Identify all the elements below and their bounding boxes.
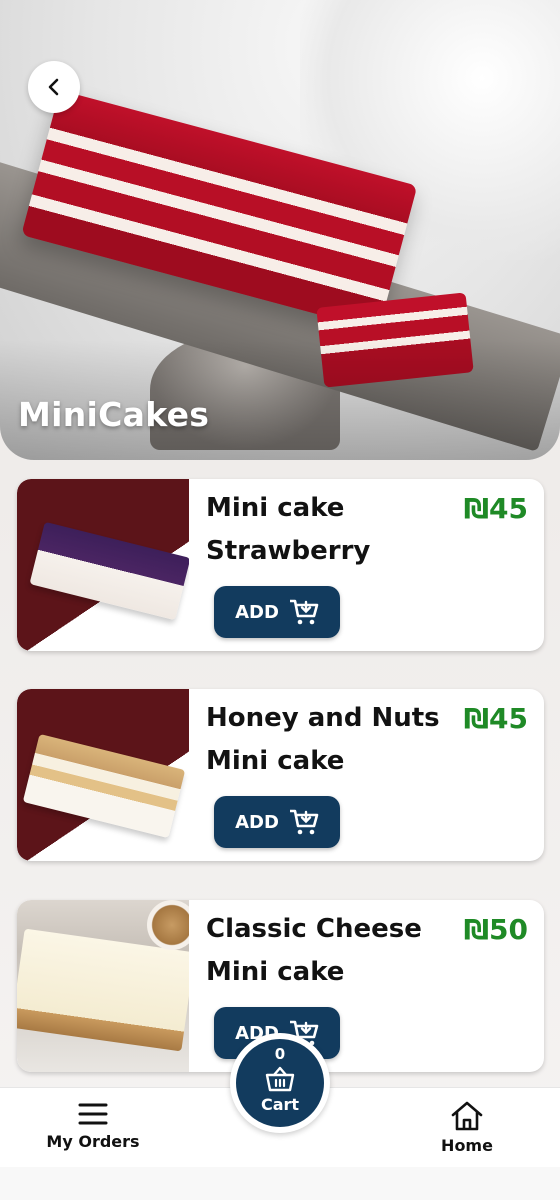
product-card[interactable]: Mini cake Strawberry ₪45 ADD — [17, 479, 544, 651]
honey-nuts-mini-cake-image — [22, 733, 186, 839]
cart-button[interactable]: 0 Cart — [230, 1033, 330, 1133]
product-image — [17, 900, 189, 1072]
menu-icon — [78, 1103, 108, 1125]
product-name: Mini cake Strawberry — [206, 493, 371, 566]
coffee-cup-decoration — [147, 900, 189, 950]
product-price: ₪45 — [463, 492, 528, 525]
product-price: ₪45 — [463, 702, 528, 735]
add-label: ADD — [235, 811, 279, 833]
product-name: Honey and Nuts Mini cake — [206, 703, 440, 776]
product-card[interactable]: Honey and Nuts Mini cake ₪45 ADD — [17, 689, 544, 861]
strawberry-mini-cake-image — [29, 521, 189, 621]
home-label: Home — [441, 1136, 493, 1155]
home-tab[interactable]: Home — [407, 1100, 527, 1155]
add-to-cart-button[interactable]: ADD — [214, 586, 340, 638]
cart-add-icon — [289, 599, 319, 625]
minicakes-page: MiniCakes Mini cake Strawberry ₪45 ADD H… — [0, 0, 560, 1200]
page-title: MiniCakes — [18, 395, 210, 434]
bottom-system-bar — [0, 1167, 560, 1200]
basket-icon — [265, 1066, 295, 1092]
category-hero-image: MiniCakes — [0, 0, 560, 460]
add-to-cart-button[interactable]: ADD — [214, 796, 340, 848]
product-image — [17, 689, 189, 861]
product-name: Classic Cheese Mini cake — [206, 914, 422, 987]
chevron-left-icon — [48, 78, 59, 96]
my-orders-label: My Orders — [46, 1132, 140, 1151]
cart-count-badge: 0 — [274, 1045, 286, 1063]
my-orders-tab[interactable]: My Orders — [33, 1100, 153, 1151]
cart-label: Cart — [260, 1095, 300, 1114]
product-price: ₪50 — [463, 913, 528, 946]
product-image — [17, 479, 189, 651]
back-button[interactable] — [28, 61, 80, 113]
cart-add-icon — [289, 809, 319, 835]
home-icon — [451, 1101, 483, 1131]
add-label: ADD — [235, 601, 279, 623]
